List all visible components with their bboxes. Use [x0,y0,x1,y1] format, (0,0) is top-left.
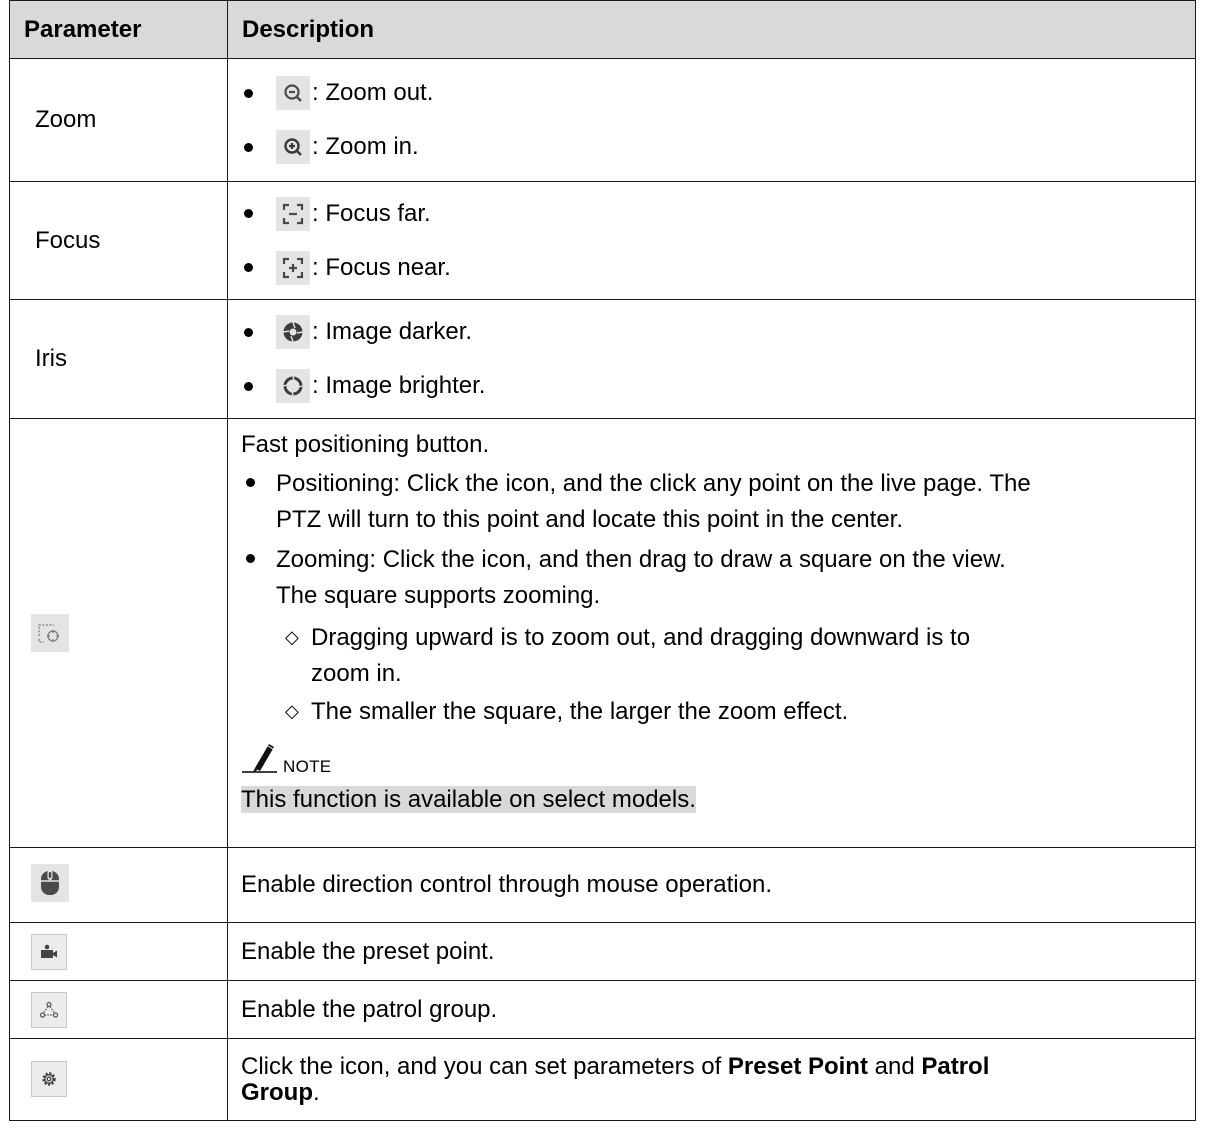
positioning-line-2: PTZ will turn to this point and locate t… [276,506,903,533]
table-row: Enable direction control through mouse o… [9,847,1196,923]
zoom-out-icon [276,76,310,110]
list-item: Zooming: Click the icon, and then drag t… [241,542,1185,614]
param-zoom: Zoom [9,58,228,182]
fast-positioning-icon [31,613,69,652]
note-text: This function is available on select mod… [241,786,696,813]
table-row: Iris : Image darker. : Image brighter. [9,299,1196,419]
zooming-line-1: Zooming: Click the icon, and then drag t… [276,546,1006,573]
iris-brighter-label: : Image brighter. [312,372,486,399]
patrol-icon [31,991,67,1028]
list-item: : Focus far. [241,196,1185,231]
list-item: : Image darker. [241,315,1185,349]
desc-fast-positioning: Fast positioning button. Positioning: Cl… [227,418,1196,848]
pencil-icon [241,740,279,783]
positioning-line-1: Positioning: Click the icon, and the cli… [276,470,1031,497]
camera-icon [31,933,67,970]
param-fast-positioning [9,418,228,848]
zoom-in-label: : Zoom in. [312,133,419,160]
table-row: Fast positioning button. Positioning: Cl… [9,418,1196,848]
table-row: Zoom : Zoom out. : Zoom in. [9,58,1196,182]
settings-bold-preset: Preset Point [727,1052,868,1080]
desc-preset: Enable the preset point. [227,922,1196,981]
focus-near-label: : Focus near. [312,253,451,281]
settings-bold-patrol: Patrol [921,1052,990,1080]
param-preset [9,922,228,981]
gear-icon [31,1061,67,1097]
iris-close-icon [276,315,310,349]
header-parameter: Parameter [9,0,228,59]
list-item: ◇ Dragging upward is to zoom out, and dr… [241,620,1185,692]
table-row: Focus : Focus far. : Focus near. [9,181,1196,300]
list-item: : Image brighter. [241,369,1185,403]
param-focus: Focus [9,181,228,300]
zoom-in-icon [276,130,310,164]
focus-far-label: : Focus far. [312,199,431,227]
list-item: : Zoom out. [241,76,1185,110]
param-iris: Iris [9,299,228,419]
header-description: Description [227,0,1196,59]
desc-settings: Click the icon, and you can set paramete… [227,1038,1196,1121]
list-item: ◇ The smaller the square, the larger the… [241,694,1185,730]
focus-far-icon [276,196,310,231]
note-header: NOTE [241,740,1185,783]
note-label: NOTE [283,757,332,776]
list-item: : Zoom in. [241,130,1185,164]
iris-darker-label: : Image darker. [312,318,473,345]
desc-iris: : Image darker. : Image brighter. [227,299,1196,419]
focus-near-icon [276,250,310,285]
desc-mouse: Enable direction control through mouse o… [227,847,1196,923]
param-mouse [9,847,228,923]
zooming-line-2: The square supports zooming. [276,582,601,609]
sub-item-1-line-2: zoom in. [311,660,402,687]
sub-item-1-line-1: Dragging upward is to zoom out, and drag… [311,624,971,651]
param-patrol [9,980,228,1039]
table-header-row: Parameter Description [9,0,1196,59]
param-settings [9,1038,228,1121]
table-row: Click the icon, and you can set paramete… [9,1038,1196,1121]
settings-text-3: . [313,1078,320,1106]
desc-patrol: Enable the patrol group. [227,980,1196,1039]
list-item: : Focus near. [241,250,1185,285]
table-row: Enable the patrol group. [9,980,1196,1039]
zoom-out-label: : Zoom out. [312,79,434,106]
desc-zoom: : Zoom out. : Zoom in. [227,58,1196,182]
desc-focus: : Focus far. : Focus near. [227,181,1196,300]
sub-item-2: The smaller the square, the larger the z… [311,698,849,725]
settings-text-1: Click the icon, and you can set paramete… [241,1052,728,1080]
table-row: Enable the preset point. [9,922,1196,981]
parameter-table: Parameter Description Zoom : Zoom out. :… [9,0,1196,1121]
iris-open-icon [276,369,310,403]
settings-bold-group: Group [241,1078,313,1106]
mouse-icon [31,864,69,902]
settings-text-2: and [867,1052,922,1080]
list-item: Positioning: Click the icon, and the cli… [241,466,1185,538]
fast-intro: Fast positioning button. [241,431,490,458]
